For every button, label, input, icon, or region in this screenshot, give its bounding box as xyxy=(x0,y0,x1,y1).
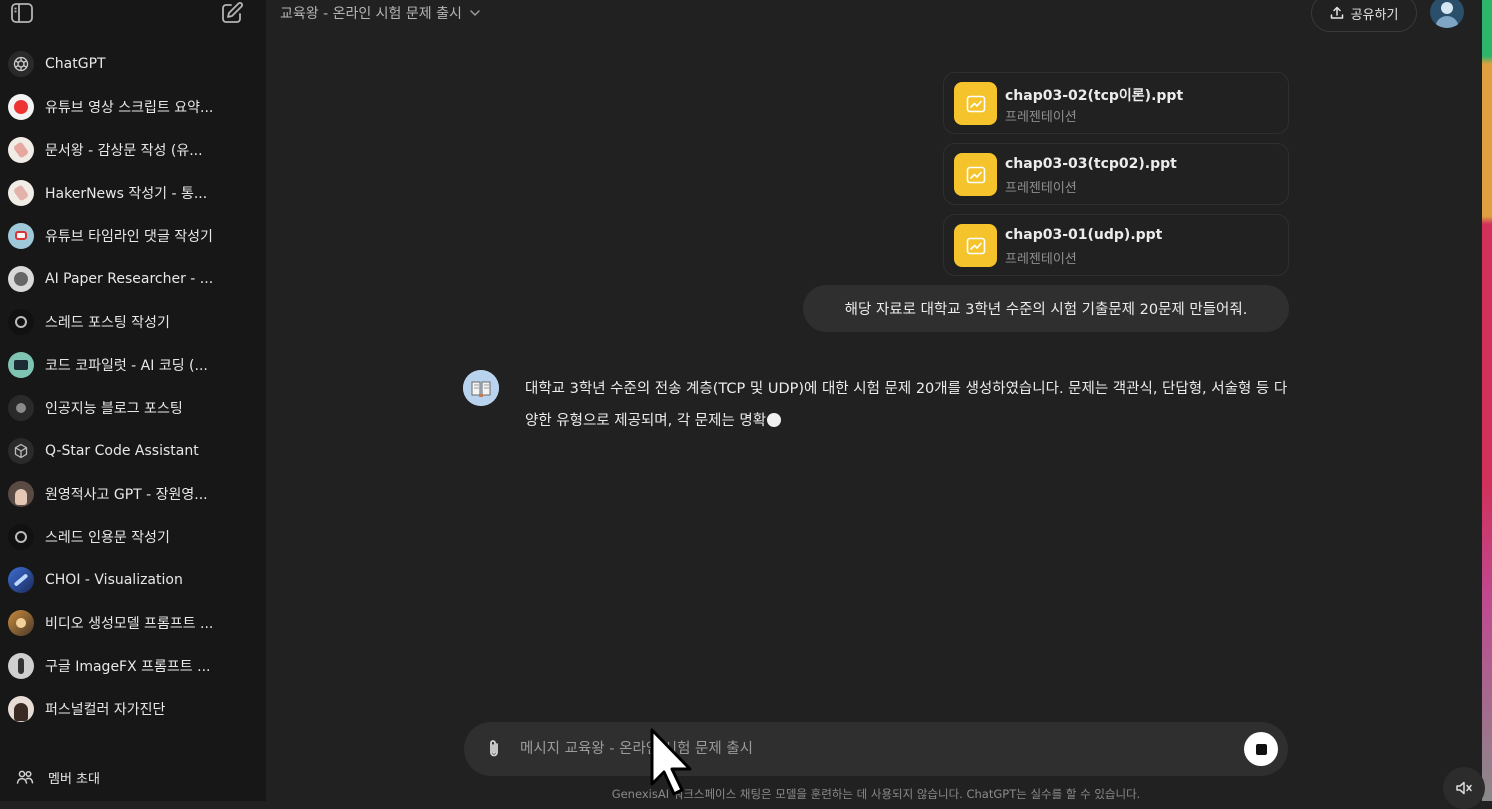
sidebar-item-youtube-summary[interactable]: 유튜브 영상 스크립트 요약... xyxy=(0,85,266,128)
stop-generating-button[interactable] xyxy=(1244,732,1278,766)
share-button[interactable]: 공유하기 xyxy=(1311,0,1417,32)
attachment-card[interactable]: chap03-03(tcp02).ppt 프레젠테이션 xyxy=(943,143,1289,205)
presentation-file-icon xyxy=(954,153,997,196)
sidebar-item-ai-blog-posting[interactable]: 인공지능 블로그 포스팅 xyxy=(0,386,266,429)
sidebar: ChatGPT 유튜브 영상 스크립트 요약... 문서왕 - 감상문 작성 (… xyxy=(0,0,266,801)
mute-button[interactable] xyxy=(1443,767,1485,809)
openai-logo-icon xyxy=(8,50,34,77)
gpt-avatar-icon xyxy=(8,222,34,249)
assistant-avatar xyxy=(463,370,499,406)
gpt-avatar-icon xyxy=(8,566,34,593)
chevron-down-icon xyxy=(470,10,480,16)
gpt-avatar-icon xyxy=(8,480,34,507)
assistant-message: 대학교 3학년 수준의 전송 계층(TCP 및 UDP)에 대한 시험 문제 2… xyxy=(525,373,1295,437)
message-composer xyxy=(464,722,1288,776)
sidebar-item-label: 비디오 생성모델 프롬프트 ... xyxy=(45,615,214,632)
sidebar-item-label: 유튜브 영상 스크립트 요약... xyxy=(45,99,214,116)
sidebar-gpt-list: ChatGPT 유튜브 영상 스크립트 요약... 문서왕 - 감상문 작성 (… xyxy=(0,42,266,730)
share-icon xyxy=(1330,6,1343,19)
attachment-name: chap03-03(tcp02).ppt xyxy=(1005,156,1177,172)
stop-icon xyxy=(1255,743,1267,755)
sidebar-item-personal-color[interactable]: 퍼스널컬러 자가진단 xyxy=(0,687,266,730)
gpt-avatar-icon xyxy=(8,179,34,206)
invite-members-button[interactable]: 멤버 초대 xyxy=(0,760,266,794)
gpt-avatar-icon xyxy=(8,136,34,163)
attachment-card[interactable]: chap03-01(udp).ppt 프레젠테이션 xyxy=(943,214,1289,276)
attachment-name: chap03-02(tcp이론).ppt xyxy=(1005,88,1184,104)
sidebar-item-label: CHOI - Visualization xyxy=(45,571,183,588)
attachment-name: chap03-01(udp).ppt xyxy=(1005,227,1163,243)
sidebar-item-thread-posting[interactable]: 스레드 포스팅 작성기 xyxy=(0,300,266,343)
sidebar-item-label: 원영적사고 GPT - 장원영... xyxy=(45,486,208,503)
gpt-avatar-icon xyxy=(8,351,34,378)
gpt-avatar-icon xyxy=(8,394,34,421)
sidebar-item-imagefx-prompt[interactable]: 구글 ImageFX 프롬프트 ... xyxy=(0,644,266,687)
sidebar-item-label: 코드 코파일럿 - AI 코딩 (... xyxy=(45,357,208,374)
sidebar-item-label: 유튜브 타임라인 댓글 작성기 xyxy=(45,228,213,245)
sidebar-header xyxy=(0,0,266,30)
sidebar-item-label: ChatGPT xyxy=(45,55,106,72)
sidebar-item-label: 인공지능 블로그 포스팅 xyxy=(45,400,183,417)
assistant-message-text: 대학교 3학년 수준의 전송 계층(TCP 및 UDP)에 대한 시험 문제 2… xyxy=(525,381,1288,429)
youtube-avatar-icon xyxy=(8,93,34,120)
gpt-avatar-icon xyxy=(8,308,34,335)
attachment-type: 프레젠테이션 xyxy=(1005,252,1077,267)
sidebar-item-wonyoung-gpt[interactable]: 원영적사고 GPT - 장원영... xyxy=(0,472,266,515)
gpt-avatar-icon xyxy=(8,437,34,464)
sidebar-item-document-king[interactable]: 문서왕 - 감상문 작성 (유... xyxy=(0,128,266,171)
sidebar-item-chatgpt[interactable]: ChatGPT xyxy=(0,42,266,85)
sidebar-item-label: HakerNews 작성기 - 통... xyxy=(45,185,208,202)
user-message-bubble: 해당 자료로 대학교 3학년 수준의 시험 기출문제 20문제 만들어줘. xyxy=(803,285,1289,332)
sidebar-item-label: 스레드 인용문 작성기 xyxy=(45,529,170,546)
speaker-muted-icon xyxy=(1456,781,1472,795)
window-edge-decoration xyxy=(1482,0,1492,801)
sidebar-toggle-icon[interactable] xyxy=(10,2,34,24)
gpt-avatar-icon xyxy=(8,265,34,292)
gpt-avatar-icon xyxy=(8,695,34,722)
attachment-type: 프레젠테이션 xyxy=(1005,181,1077,196)
streaming-indicator xyxy=(767,413,782,427)
paperclip-icon xyxy=(490,740,498,757)
sidebar-item-youtube-timeline[interactable]: 유튜브 타임라인 댓글 작성기 xyxy=(0,214,266,257)
new-chat-icon[interactable] xyxy=(220,1,244,25)
attachment-type: 프레젠테이션 xyxy=(1005,110,1077,125)
share-label: 공유하기 xyxy=(1350,7,1399,23)
invite-members-label: 멤버 초대 xyxy=(48,771,100,787)
presentation-file-icon xyxy=(954,224,997,267)
presentation-file-icon xyxy=(954,82,997,125)
gpt-avatar-icon xyxy=(8,523,34,550)
sidebar-item-label: 문서왕 - 감상문 작성 (유... xyxy=(45,142,203,159)
users-icon xyxy=(16,770,34,784)
page-title: 교육왕 - 온라인 시험 문제 출시 xyxy=(280,6,462,22)
sidebar-item-ai-paper-researcher[interactable]: AI Paper Researcher - ... xyxy=(0,257,266,300)
sidebar-item-video-prompt[interactable]: 비디오 생성모델 프롬프트 ... xyxy=(0,601,266,644)
sidebar-item-label: Q-Star Code Assistant xyxy=(45,442,199,459)
gpt-avatar-icon xyxy=(8,652,34,679)
message-input[interactable] xyxy=(518,734,1218,764)
sidebar-item-hackernews[interactable]: HakerNews 작성기 - 통... xyxy=(0,171,266,214)
user-avatar[interactable] xyxy=(1430,0,1464,28)
sidebar-item-label: 구글 ImageFX 프롬프트 ... xyxy=(45,658,211,675)
attachment-card[interactable]: chap03-02(tcp이론).ppt 프레젠테이션 xyxy=(943,72,1289,134)
attach-file-button[interactable] xyxy=(482,737,506,761)
sidebar-item-label: AI Paper Researcher - ... xyxy=(45,270,214,287)
sidebar-item-thread-quote[interactable]: 스레드 인용문 작성기 xyxy=(0,515,266,558)
sidebar-item-label: 퍼스널컬러 자가진단 xyxy=(45,701,166,718)
sidebar-item-qstar-code-assistant[interactable]: Q-Star Code Assistant xyxy=(0,429,266,472)
sidebar-item-choi-visualization[interactable]: CHOI - Visualization xyxy=(0,558,266,601)
model-selector[interactable]: 교육왕 - 온라인 시험 문제 출시 xyxy=(280,3,482,23)
sidebar-item-label: 스레드 포스팅 작성기 xyxy=(45,314,170,331)
sidebar-item-code-copilot[interactable]: 코드 코파일럿 - AI 코딩 (... xyxy=(0,343,266,386)
disclaimer: GenexisAI 워크스페이스 채팅은 모델을 훈련하는 데 사용되지 않습니… xyxy=(611,787,1141,801)
gpt-avatar-icon xyxy=(8,609,34,636)
